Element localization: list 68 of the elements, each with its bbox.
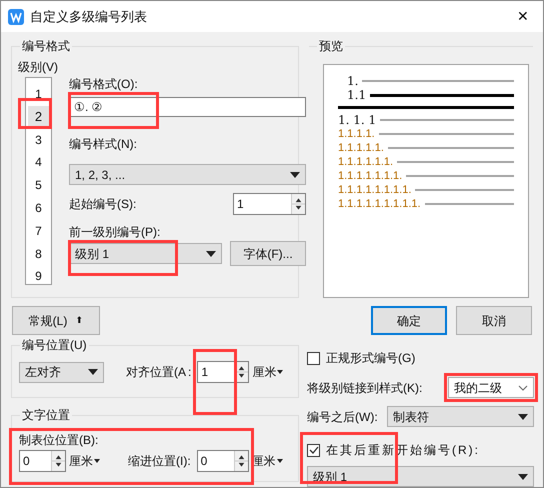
- previous-level-select[interactable]: 级别 1: [69, 243, 222, 264]
- close-button[interactable]: ✕: [503, 1, 543, 32]
- check-icon: [308, 446, 318, 454]
- level-item[interactable]: 6: [28, 196, 49, 220]
- dropdown-arrow-icon: [290, 172, 300, 178]
- tab-position-spinner[interactable]: 0: [19, 450, 66, 472]
- indent-label: 缩进位置(I):: [128, 453, 191, 470]
- preview-number: 1.1.1.1.: [338, 128, 375, 140]
- format-input[interactable]: ①. ②: [69, 97, 306, 117]
- spinner-arrows-icon: [51, 451, 65, 471]
- preview-number: 1.1.1.1.1.: [338, 142, 384, 154]
- align-at-spinner[interactable]: 1: [197, 361, 250, 383]
- preview-number: 1.1.1.1.1.1.: [338, 156, 394, 168]
- group-title: 文字位置: [20, 407, 72, 423]
- level-item[interactable]: 1: [28, 83, 49, 106]
- preview-number: 1.1.1.1.1.1.1.1.1.: [338, 198, 421, 210]
- level-item[interactable]: 2: [28, 106, 49, 129]
- preview-number: 1. 1. 1: [338, 114, 376, 126]
- dropdown-arrow-icon: [518, 474, 528, 480]
- spinner-arrows-icon: [234, 451, 248, 471]
- preview-number: 1.: [347, 75, 358, 87]
- style-select[interactable]: 1, 2, 3, ...: [69, 164, 306, 185]
- preview-number: 1.1: [347, 89, 366, 101]
- unit-dropdown[interactable]: 厘米: [252, 363, 284, 381]
- level-label: 级别(V): [18, 59, 58, 75]
- indent-spinner[interactable]: 0: [196, 450, 249, 472]
- dropdown-arrow-icon: [88, 369, 98, 375]
- previous-level-label: 前一级别编号(P):: [69, 224, 162, 240]
- format-label: 编号格式(O):: [69, 76, 139, 92]
- unit-dropdown[interactable]: 厘米: [69, 452, 100, 470]
- level-item[interactable]: 4: [28, 151, 49, 174]
- spinner-arrows-icon: [291, 194, 305, 214]
- link-style-select[interactable]: 我的二级: [448, 377, 534, 398]
- start-label: 起始编号(S):: [69, 196, 136, 213]
- font-button[interactable]: 字体(F)...: [230, 241, 306, 266]
- group-title: 预览: [317, 38, 345, 54]
- level-item[interactable]: 5: [28, 174, 49, 197]
- level-list[interactable]: 1 2 3 4 5 6 7 8 9: [25, 77, 52, 285]
- ok-button[interactable]: 确定: [371, 306, 447, 335]
- chevron-down-icon: [518, 384, 528, 390]
- style-label: 编号样式(N):: [69, 136, 138, 152]
- preview-number: 1.1.1.1.1.1.1.1.: [338, 184, 412, 196]
- dropdown-arrow-icon: [276, 459, 283, 463]
- group-title: 编号格式: [20, 38, 72, 54]
- alignment-select[interactable]: 左对齐: [19, 362, 104, 382]
- dropdown-arrow-icon: [206, 250, 216, 256]
- link-style-label: 将级别链接到样式(K):: [307, 380, 422, 396]
- level-item[interactable]: 7: [28, 220, 49, 243]
- dropdown-arrow-icon: [518, 414, 528, 420]
- legal-numbering-label[interactable]: 正规形式编号(G): [326, 349, 416, 367]
- cancel-button[interactable]: 取消: [456, 306, 532, 335]
- app-logo-icon: [8, 8, 24, 24]
- align-at-label: 对齐位置(A: [126, 364, 186, 381]
- preview-number: 1.1.1.1.1.1.1.: [338, 170, 402, 182]
- level-item[interactable]: 8: [28, 242, 49, 266]
- checkbox[interactable]: [307, 352, 320, 364]
- dropdown-arrow-icon: [277, 370, 284, 374]
- after-number-select[interactable]: 制表符: [387, 406, 534, 427]
- start-spinner[interactable]: 1: [233, 193, 306, 215]
- tab-position-label: 制表位位置(B):: [19, 432, 100, 448]
- window-title: 自定义多级编号列表: [30, 8, 148, 26]
- level-item[interactable]: 3: [28, 128, 49, 152]
- colon-text: :: [188, 364, 192, 381]
- dropdown-arrow-icon: [94, 459, 100, 463]
- group-title: 编号位置(U): [20, 337, 89, 353]
- general-button[interactable]: 常规(L) ⬆: [12, 306, 100, 335]
- checkbox[interactable]: [307, 444, 320, 456]
- after-number-label: 编号之后(W):: [307, 408, 378, 426]
